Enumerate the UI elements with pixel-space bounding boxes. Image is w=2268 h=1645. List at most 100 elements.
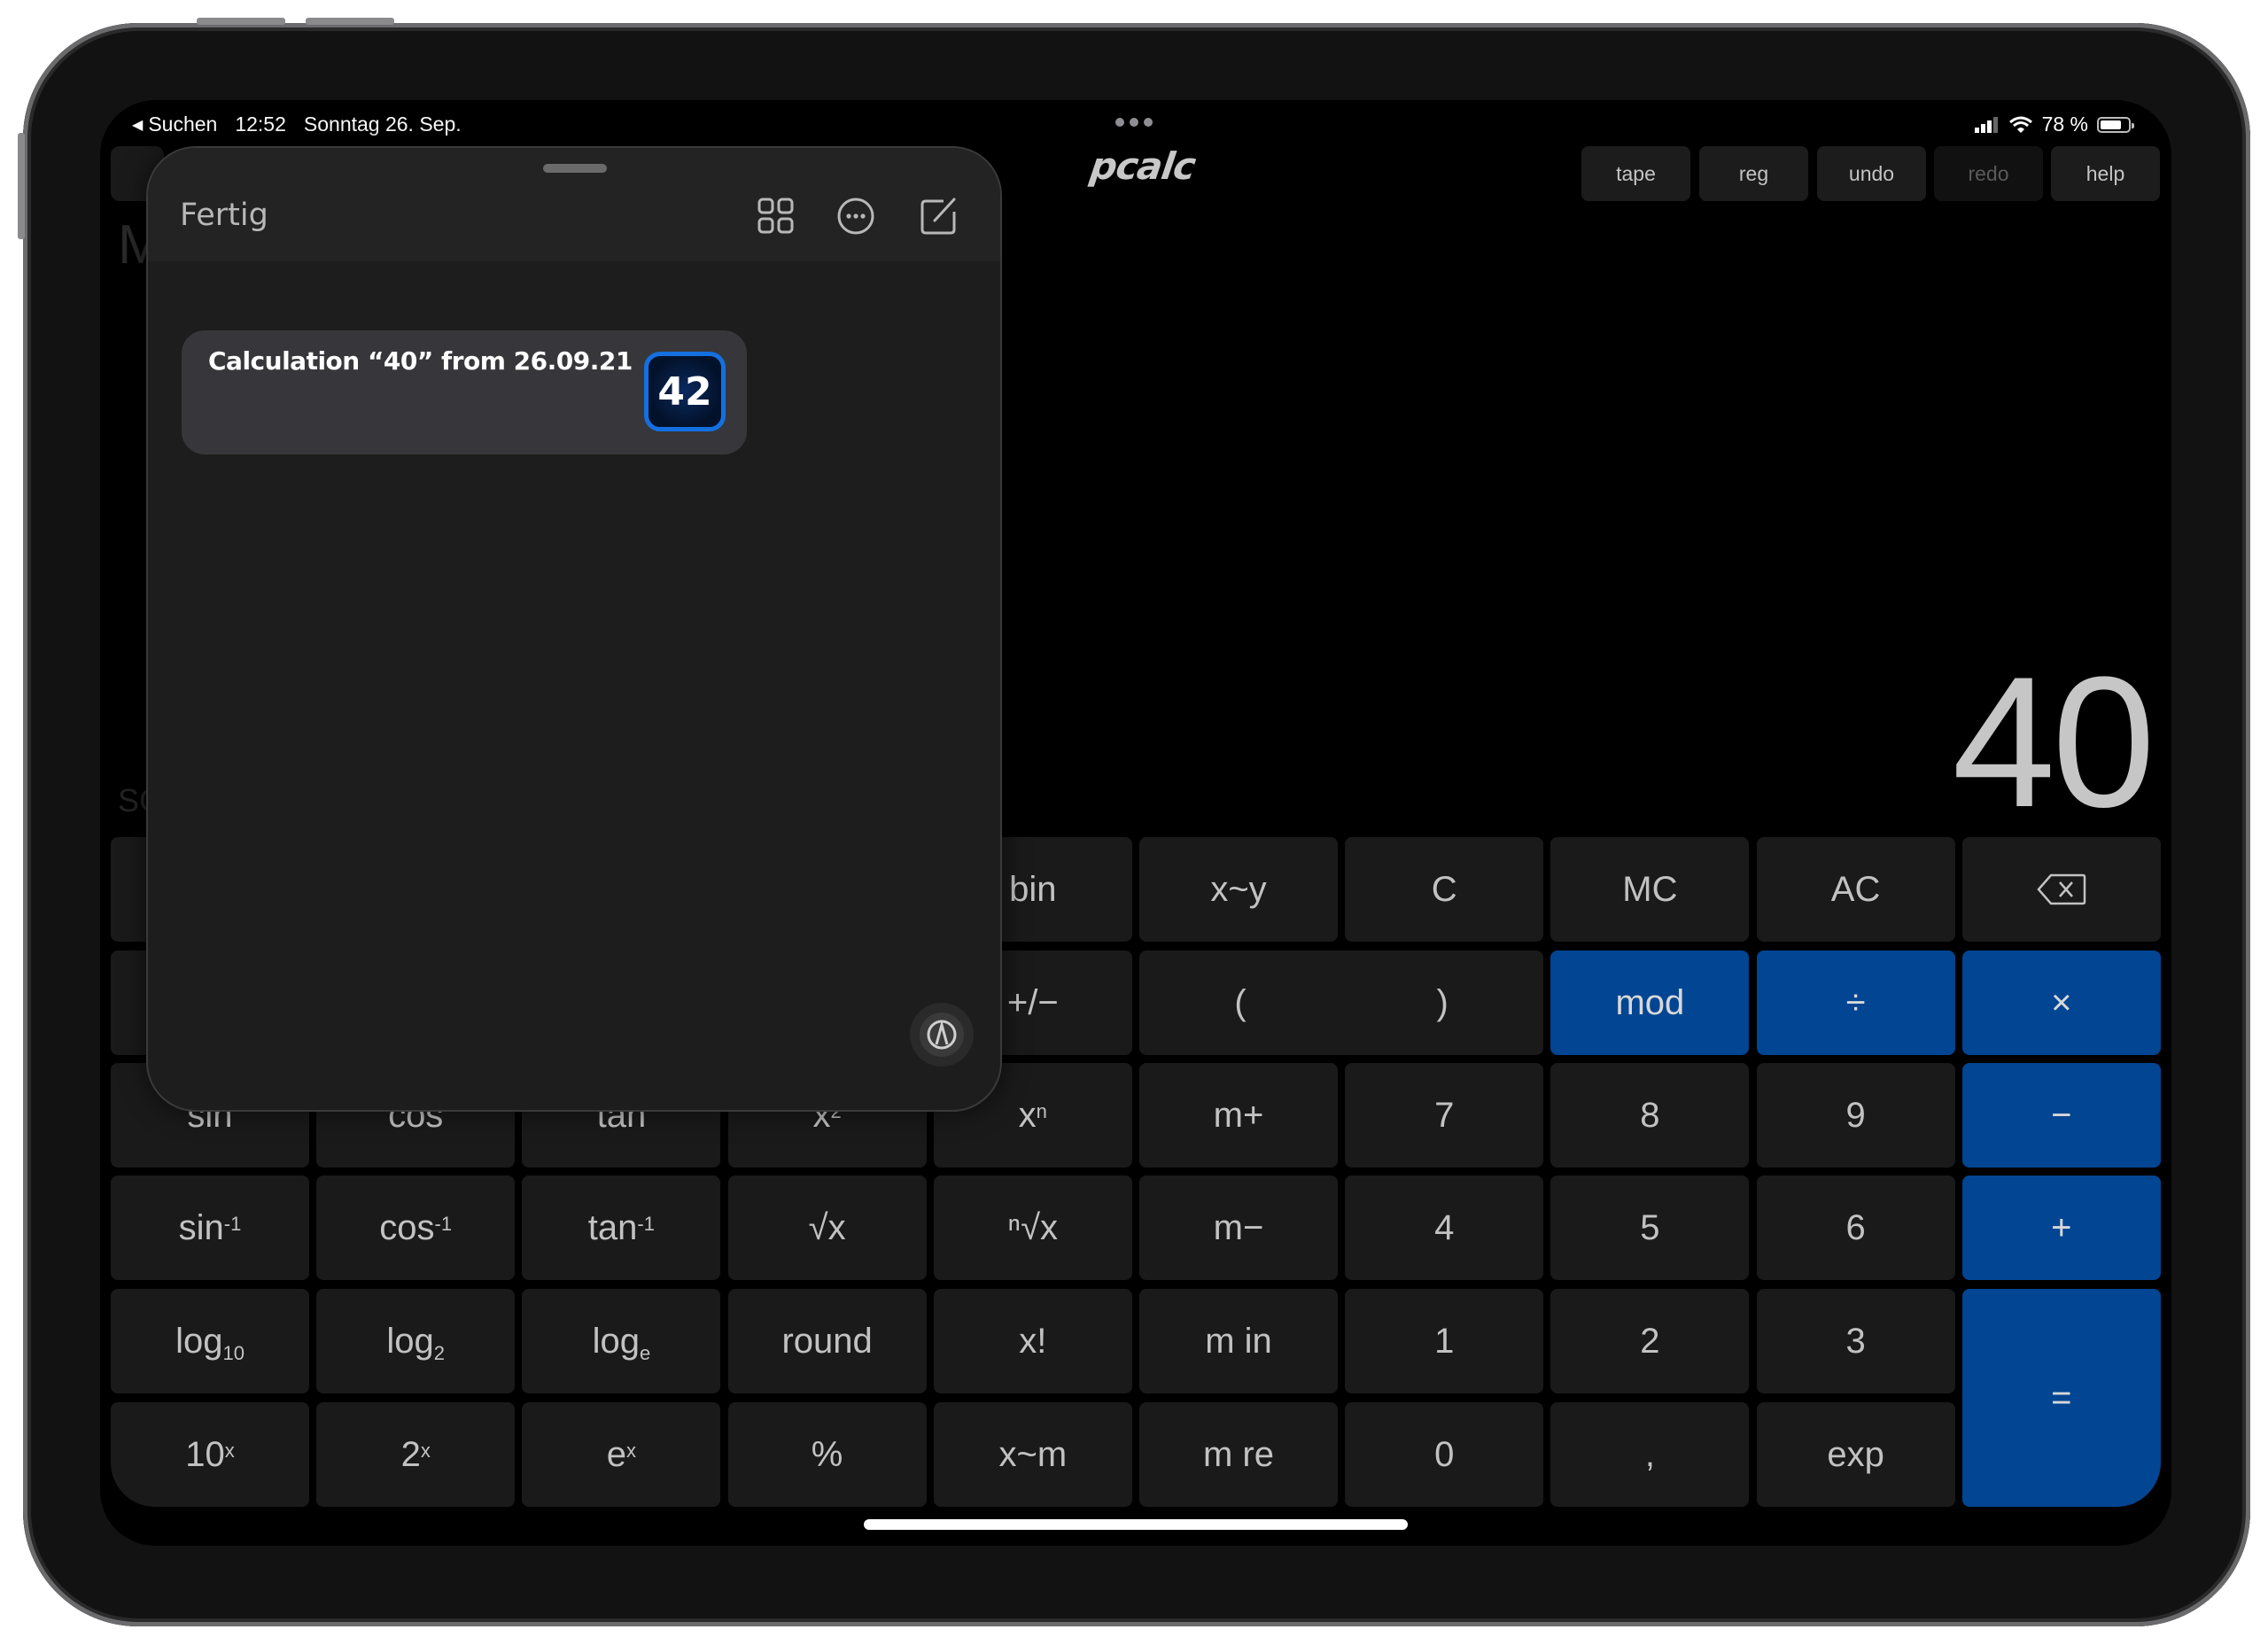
key-label: x! — [1019, 1321, 1047, 1361]
key-label: 10 — [185, 1434, 225, 1474]
key-label: x — [1018, 1095, 1037, 1135]
key-label: AC — [1830, 869, 1881, 909]
key-m[interactable]: m− — [1139, 1176, 1338, 1280]
wifi-icon — [2008, 116, 2032, 133]
key-superscript: -1 — [637, 1212, 655, 1235]
key-label: cos — [379, 1207, 435, 1247]
key-symbol[interactable]: % — [727, 1402, 927, 1507]
key-label: round — [781, 1321, 873, 1361]
key-x[interactable]: √x — [727, 1176, 927, 1280]
key-e-pow-x[interactable]: ex — [522, 1402, 721, 1507]
key-label: m re — [1203, 1434, 1274, 1474]
compose-icon[interactable] — [919, 196, 959, 237]
top-button-undo[interactable]: undo — [1817, 146, 1926, 201]
key-0[interactable]: 0 — [1345, 1402, 1544, 1507]
key-label: MC — [1622, 869, 1678, 909]
key-tan-pow-1[interactable]: tan -1 — [522, 1176, 721, 1280]
key-label: 0 — [1434, 1434, 1455, 1474]
key-7[interactable]: 7 — [1345, 1063, 1544, 1168]
top-button-redo[interactable]: redo — [1934, 146, 2043, 201]
compass-icon — [927, 1020, 957, 1050]
key-symbol[interactable]: − — [1961, 1063, 2161, 1168]
key-3[interactable]: 3 — [1756, 1289, 1955, 1393]
cellular-signal-icon — [1974, 116, 1998, 133]
key-label: 3 — [1845, 1321, 1866, 1361]
top-button-tape[interactable]: tape — [1581, 146, 1690, 201]
shortcut-card[interactable]: Calculation “40” from 26.09.21 42 — [182, 330, 747, 454]
multitasking-menu[interactable] — [1115, 118, 1153, 127]
key-5[interactable]: 5 — [1550, 1176, 1750, 1280]
key-sin-pow-1[interactable]: sin -1 — [111, 1176, 309, 1280]
key-label: + — [2051, 1207, 2072, 1247]
sheet-header: Fertig — [148, 148, 1000, 261]
key-symbol[interactable]: , — [1550, 1402, 1750, 1507]
key-m[interactable]: m+ — [1139, 1063, 1338, 1168]
key-symbol[interactable]: = — [1961, 1289, 2161, 1507]
key-label: % — [811, 1434, 843, 1474]
key-log-sub-2[interactable]: log 2 — [316, 1289, 516, 1393]
key-10-pow-x[interactable]: 10 x — [111, 1402, 309, 1507]
top-button — [18, 133, 25, 239]
key-m-re[interactable]: m re — [1139, 1402, 1338, 1507]
key-log-sub-e[interactable]: log e — [522, 1289, 721, 1393]
key-6[interactable]: 6 — [1756, 1176, 1955, 1280]
key-round[interactable]: round — [727, 1289, 927, 1393]
key-m-in[interactable]: m in — [1139, 1289, 1338, 1393]
key-subscript: e — [639, 1341, 651, 1364]
key-c[interactable]: C — [1345, 837, 1544, 942]
more-icon[interactable] — [835, 196, 876, 237]
key-x-y[interactable]: x~y — [1139, 837, 1338, 942]
key-label: − — [2051, 1095, 2072, 1135]
key-mod[interactable]: mod — [1550, 951, 1750, 1055]
key-label: log — [175, 1321, 223, 1361]
key-2-pow-x[interactable]: 2x — [316, 1402, 516, 1507]
key-symbol[interactable]: × — [1961, 951, 2161, 1055]
key-mc[interactable]: MC — [1550, 837, 1750, 942]
key-label: bin — [1009, 869, 1057, 909]
key-9[interactable]: 9 — [1756, 1063, 1955, 1168]
key-subscript: 2 — [433, 1341, 445, 1364]
compass-button[interactable] — [910, 1003, 974, 1067]
key-x[interactable]: x! — [933, 1289, 1132, 1393]
key-label: = — [2051, 1377, 2072, 1417]
grid-icon[interactable] — [756, 196, 796, 237]
key-label: log — [592, 1321, 640, 1361]
key-2[interactable]: 2 — [1550, 1289, 1750, 1393]
key-superscript: -1 — [434, 1212, 453, 1235]
key-label: mod — [1615, 982, 1685, 1022]
key-symbol[interactable]: + — [1961, 1176, 2161, 1280]
key-cos-pow-1[interactable]: cos -1 — [316, 1176, 516, 1280]
app-logo: pcalc — [1087, 144, 1199, 188]
key-label: exp — [1827, 1434, 1884, 1474]
top-button-help[interactable]: help — [2051, 146, 2160, 201]
key-backspace[interactable] — [1961, 837, 2161, 942]
top-button-reg[interactable]: reg — [1699, 146, 1808, 201]
calculator-display: 40 — [1952, 638, 2155, 846]
status-date: Sonntag 26. Sep. — [303, 113, 462, 136]
key-log-sub-10[interactable]: log 10 — [111, 1289, 309, 1393]
key-4[interactable]: 4 — [1345, 1176, 1544, 1280]
key-1[interactable]: 1 — [1345, 1289, 1544, 1393]
key-label: x~m — [998, 1434, 1068, 1474]
key-label: √x — [808, 1207, 846, 1247]
open-paren-label: ( — [1234, 982, 1247, 1022]
key-x[interactable]: ⁿ√x — [933, 1176, 1132, 1280]
home-indicator[interactable] — [864, 1519, 1408, 1530]
key-parentheses[interactable]: () — [1139, 951, 1544, 1055]
key-label: ⁿ√x — [1007, 1207, 1059, 1247]
key-superscript: x — [626, 1439, 637, 1462]
key-exp[interactable]: exp — [1756, 1402, 1955, 1507]
key-ac[interactable]: AC — [1756, 837, 1955, 942]
done-button[interactable]: Fertig — [180, 198, 268, 233]
sheet-grabber[interactable] — [543, 164, 607, 173]
back-to-app[interactable]: ◀ Suchen — [132, 113, 217, 136]
key-symbol[interactable]: ÷ — [1756, 951, 1955, 1055]
key-x-m[interactable]: x~m — [933, 1402, 1132, 1507]
key-label: , — [1644, 1434, 1655, 1474]
volume-down-button — [306, 18, 394, 25]
key-8[interactable]: 8 — [1550, 1063, 1750, 1168]
key-superscript: x — [224, 1439, 235, 1462]
key-label: m− — [1213, 1207, 1264, 1247]
key-superscript: n — [1036, 1099, 1047, 1122]
status-time: 12:52 — [235, 113, 286, 136]
